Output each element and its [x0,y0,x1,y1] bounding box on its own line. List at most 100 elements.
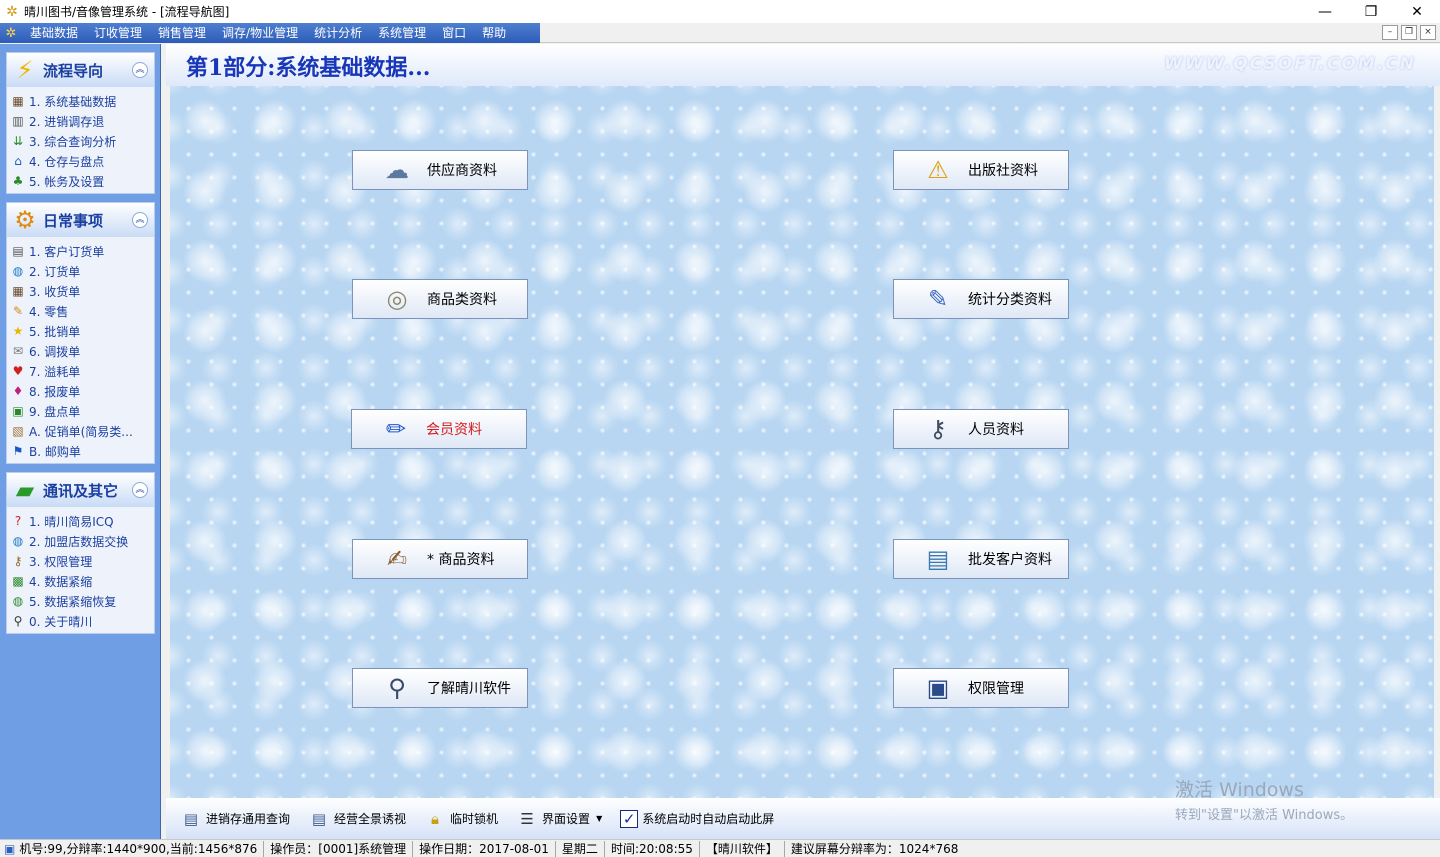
product-button[interactable]: ✍ * 商品资料 [352,539,528,579]
toolbar-label: 临时锁机 [450,812,499,826]
wholesale-client-icon: ▤ [926,545,950,573]
product-icon: ✍ [386,545,408,573]
sidebar-item-restore[interactable]: ◍ 5. 数据紧缩恢复 [10,591,154,611]
member-button[interactable]: ✏ 会员资料 [351,409,527,449]
panel-header[interactable]: ⚡ 流程导向 ︽ [7,53,154,87]
business-overview-button[interactable]: ▤ 经营全景诱视 [308,808,406,830]
button-label: 了解晴川软件 [427,681,511,697]
house-icon: ⌂ [14,154,22,168]
panel-title: 流程导向 [43,61,104,80]
sidebar-item-about[interactable]: ⚲ 0. 关于晴川 [10,611,154,631]
button-label: 出版社资料 [968,163,1038,179]
menu-help[interactable]: 帮助 [474,23,514,43]
sidebar-item-label: 3. 权限管理 [29,554,93,569]
document-icon: ▤ [311,809,327,828]
sidebar-item-retail[interactable]: ✎ 4. 零售 [10,301,154,321]
sidebar-item-inout[interactable]: ▥ 2. 进销调存退 [10,111,154,131]
interface-settings-dropdown[interactable]: ☰ 界面设置 ▼ [516,808,602,830]
menu-basic-data[interactable]: 基础数据 [22,23,86,43]
mdi-minimize-button[interactable]: – [1382,25,1398,40]
grid-icon: ▩ [12,574,24,588]
list-icon: ☰ [520,809,534,828]
collapse-icon[interactable]: ︽ [132,212,148,228]
cabinet-icon: ▦ [12,284,24,298]
menu-storage[interactable]: 调存/物业管理 [214,23,306,43]
minimize-button[interactable]: — [1302,0,1348,23]
menu-bar: ✲ 基础数据 订收管理 销售管理 调存/物业管理 统计分析 系统管理 窗口 帮助… [0,23,1440,43]
down-arrow-icon: ⇊ [12,134,24,148]
status-machine-text: 机号:99,分辩率:1440*900,当前:1456*876 [19,841,258,856]
lock-icon: 🔒︎ [431,809,440,828]
website-watermark: WWW.QCSOFT.COM.CN [1163,54,1416,74]
check-icon[interactable]: ✓ [620,809,639,828]
document-icon: ▤ [183,809,199,828]
globe-icon: ◍ [12,264,24,278]
button-label: 权限管理 [968,681,1024,697]
lightning-icon: ⚡ [16,56,34,84]
about-icon: ⚲ [388,674,406,702]
sidebar-item-basic-data[interactable]: ▦ 1. 系统基础数据 [10,91,154,111]
sidebar-item-label: 8. 报废单 [29,384,81,399]
sidebar-item-stocktake[interactable]: ▣ 9. 盘点单 [10,401,154,421]
collapse-icon[interactable]: ︽ [132,62,148,78]
publisher-button[interactable]: ⚠ 出版社资料 [893,150,1069,190]
sidebar-item-customer-order[interactable]: ▤ 1. 客户订货单 [10,241,154,261]
autostart-checkbox[interactable]: ✓ 系统启动时自动启动此屏 [620,809,775,828]
sidebar-item-wholesale[interactable]: ★ 5. 批销单 [10,321,154,341]
menu-window[interactable]: 窗口 [434,23,474,43]
sidebar-item-label: 3. 综合查询分析 [29,134,117,149]
stat-category-button[interactable]: ✎ 统计分类资料 [893,279,1069,319]
maximize-button[interactable]: ❐ [1348,0,1394,23]
sidebar-item-scrap[interactable]: ♦ 8. 报废单 [10,381,154,401]
folder-icon: ▰ [15,476,35,504]
lock-button[interactable]: 🔒︎ 临时锁机 [424,808,498,830]
gear-icon: ⚙ [14,206,36,234]
mdi-restore-button[interactable]: ❐ [1401,25,1417,40]
sidebar-item-franchise-exchange[interactable]: ◍ 2. 加盟店数据交换 [10,531,154,551]
collapse-icon[interactable]: ︽ [132,482,148,498]
panel-header[interactable]: ⚙ 日常事项 ︽ [7,203,154,237]
navigation-canvas: ☁ 供应商资料 ⚠ 出版社资料 ◎ 商品类资料 ✎ 统计分类资料 ✏ 会员资料 … [170,86,1434,798]
panel-header[interactable]: ▰ 通讯及其它 ︽ [7,473,154,507]
mdi-controls: – ❐ × [1382,25,1436,40]
mdi-app-icon[interactable]: ✲ [0,26,22,41]
mdi-close-button[interactable]: × [1420,25,1436,40]
permission-icon: ▣ [926,674,950,702]
sidebar-item-warehouse[interactable]: ⌂ 4. 仓存与盘点 [10,151,154,171]
sidebar-item-mail-order[interactable]: ⚑ B. 邮购单 [10,441,154,461]
close-button[interactable]: ✕ [1394,0,1440,23]
sidebar-item-compress[interactable]: ▩ 4. 数据紧缩 [10,571,154,591]
menu-system[interactable]: 系统管理 [370,23,434,43]
sidebar-item-label: 5. 批销单 [29,324,81,339]
about-software-button[interactable]: ⚲ 了解晴川软件 [352,668,528,708]
menu-order-receive[interactable]: 订收管理 [86,23,150,43]
sidebar-item-receipt[interactable]: ▦ 3. 收货单 [10,281,154,301]
sidebar-item-icq[interactable]: ? 1. 晴川简易ICQ [10,511,154,531]
button-label: 商品类资料 [427,292,497,308]
staff-button[interactable]: ⚷ 人员资料 [893,409,1069,449]
permission-button[interactable]: ▣ 权限管理 [893,668,1069,708]
sidebar: ⚡ 流程导向 ︽ ▦ 1. 系统基础数据 ▥ 2. 进销调存退 ⇊ 3. 综合查询分析… [0,44,161,839]
wand-icon: ✎ [12,304,24,318]
menu-sales[interactable]: 销售管理 [150,23,214,43]
menu-statistics[interactable]: 统计分析 [306,23,370,43]
sidebar-item-transfer[interactable]: ✉ 6. 调拨单 [10,341,154,361]
sidebar-item-order[interactable]: ◍ 2. 订货单 [10,261,154,281]
checkbox-label: 系统启动时自动启动此屏 [642,812,775,826]
sidebar-item-label: 5. 帐务及设置 [29,174,105,189]
sidebar-item-overflow[interactable]: ♥ 7. 溢耗单 [10,361,154,381]
toolbar-label: 进销存通用查询 [206,812,291,826]
sidebar-item-accounts[interactable]: ♣ 5. 帐务及设置 [10,171,154,191]
category-button[interactable]: ◎ 商品类资料 [352,279,528,319]
sidebar-item-query[interactable]: ⇊ 3. 综合查询分析 [10,131,154,151]
wholesale-client-button[interactable]: ▤ 批发客户资料 [893,539,1069,579]
general-query-button[interactable]: ▤ 进销存通用查询 [180,808,290,830]
key-icon: ⚷ [13,554,23,568]
box-icon: ▧ [12,424,24,438]
sidebar-item-label: 3. 收货单 [29,284,81,299]
sidebar-item-label: 1. 系统基础数据 [29,94,117,109]
supplier-button[interactable]: ☁ 供应商资料 [352,150,528,190]
users-icon: ♣ [12,174,24,188]
sidebar-item-promotion[interactable]: ▧ A. 促销单(简易类... [10,421,154,441]
sidebar-item-permissions[interactable]: ⚷ 3. 权限管理 [10,551,154,571]
